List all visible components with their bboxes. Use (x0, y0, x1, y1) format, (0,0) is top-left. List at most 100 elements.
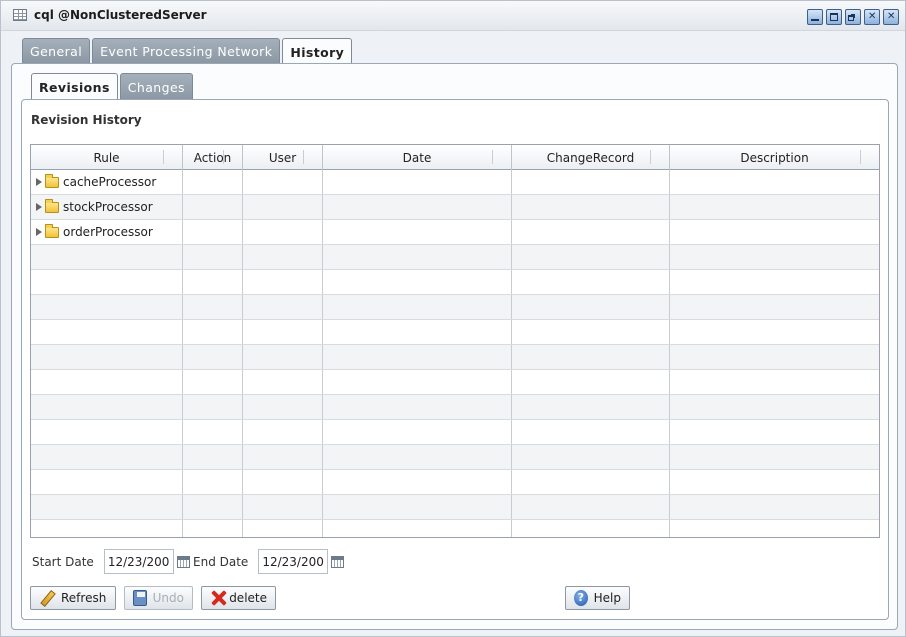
table-cell (323, 295, 512, 319)
table-cell (323, 320, 512, 344)
table-cell (183, 295, 243, 319)
column-header-user[interactable]: User (243, 145, 323, 170)
table-cell (323, 395, 512, 419)
table-cell (31, 245, 183, 269)
table-cell (512, 495, 670, 519)
table-row[interactable] (31, 520, 879, 537)
table-row[interactable] (31, 295, 879, 320)
table-cell (323, 520, 512, 537)
table-cell (183, 370, 243, 394)
tab-history[interactable]: History (282, 38, 353, 65)
table-row[interactable]: orderProcessor (31, 220, 879, 245)
table-cell (512, 420, 670, 444)
table-cell (31, 470, 183, 494)
table-cell (670, 445, 879, 469)
rule-cell: orderProcessor (31, 220, 183, 244)
undo-button[interactable]: Undo (124, 586, 193, 610)
column-header-changerecord[interactable]: ChangeRecord (512, 145, 670, 170)
restore-icon (848, 15, 854, 21)
table-cell (512, 370, 670, 394)
table-row[interactable]: cacheProcessor (31, 170, 879, 195)
table-cell (243, 270, 323, 294)
window-controls: ✕ ✕ (807, 9, 899, 25)
table-row[interactable] (31, 370, 879, 395)
minimize-icon (811, 13, 819, 21)
table-cell (243, 470, 323, 494)
table-cell (31, 320, 183, 344)
calendar-icon[interactable] (176, 555, 190, 568)
tab-event-processing-network[interactable]: Event Processing Network (92, 38, 281, 64)
table-cell (323, 445, 512, 469)
table-cell (670, 370, 879, 394)
tab-changes[interactable]: Changes (119, 73, 193, 100)
refresh-label: Refresh (61, 591, 107, 605)
table-cell (243, 395, 323, 419)
end-date-group: End Date (193, 548, 345, 575)
table-cell (183, 245, 243, 269)
close-button[interactable]: ✕ (883, 9, 899, 25)
minimize-button[interactable] (807, 9, 823, 25)
start-date-group: Start Date (32, 548, 190, 575)
refresh-button[interactable]: Refresh (30, 586, 116, 610)
table-cell (183, 445, 243, 469)
table-cell (243, 370, 323, 394)
table-row[interactable] (31, 470, 879, 495)
table-cell (323, 420, 512, 444)
table-cell (512, 395, 670, 419)
help-label: Help (593, 591, 621, 605)
tab-general[interactable]: General (22, 38, 91, 64)
table-cell (512, 245, 670, 269)
column-header-description[interactable]: Description (670, 145, 879, 170)
table-row[interactable] (31, 445, 879, 470)
table-cell (670, 395, 879, 419)
table-cell (323, 495, 512, 519)
empty-rows (31, 245, 879, 537)
calendar-icon[interactable] (331, 555, 345, 568)
expand-arrow-icon[interactable] (36, 178, 42, 186)
float-button[interactable]: ✕ (864, 9, 880, 25)
tab-revisions[interactable]: Revisions (31, 73, 118, 101)
table-cell (512, 520, 670, 537)
table-cell (670, 295, 879, 319)
table-cell (512, 445, 670, 469)
start-date-input[interactable] (103, 549, 174, 574)
table-cell (243, 345, 323, 369)
table-cell (323, 345, 512, 369)
table-cell (243, 320, 323, 344)
restore-button[interactable] (845, 9, 861, 25)
table-cell (183, 395, 243, 419)
maximize-button[interactable] (826, 9, 842, 25)
editor-window: cql @NonClusteredServer ✕ ✕ General Even… (0, 0, 906, 637)
expand-arrow-icon[interactable] (36, 228, 42, 236)
table-cell (31, 270, 183, 294)
table-row[interactable]: stockProcessor (31, 195, 879, 220)
column-header-action[interactable]: Action (183, 145, 243, 170)
start-date-label: Start Date (32, 554, 94, 569)
table-cell (670, 420, 879, 444)
table-row[interactable] (31, 245, 879, 270)
table-cell (670, 270, 879, 294)
table-row[interactable] (31, 495, 879, 520)
close-float-icon: ✕ (868, 11, 877, 22)
rule-name: cacheProcessor (63, 175, 157, 189)
table-cell (323, 370, 512, 394)
table-cell (323, 245, 512, 269)
table-cell (512, 320, 670, 344)
delete-x-icon (210, 590, 223, 606)
table-cell (31, 295, 183, 319)
table-row[interactable] (31, 420, 879, 445)
table-row[interactable] (31, 345, 879, 370)
delete-button[interactable]: delete (201, 586, 276, 610)
table-row[interactable] (31, 320, 879, 345)
help-button[interactable]: ? Help (565, 586, 630, 610)
grid-icon (13, 9, 27, 21)
column-header-date[interactable]: Date (323, 145, 512, 170)
table-cell (670, 470, 879, 494)
table-cell (670, 345, 879, 369)
table-cell (670, 520, 879, 537)
table-row[interactable] (31, 395, 879, 420)
column-header-rule[interactable]: Rule (31, 145, 183, 170)
end-date-input[interactable] (258, 549, 329, 574)
expand-arrow-icon[interactable] (36, 203, 42, 211)
table-row[interactable] (31, 270, 879, 295)
